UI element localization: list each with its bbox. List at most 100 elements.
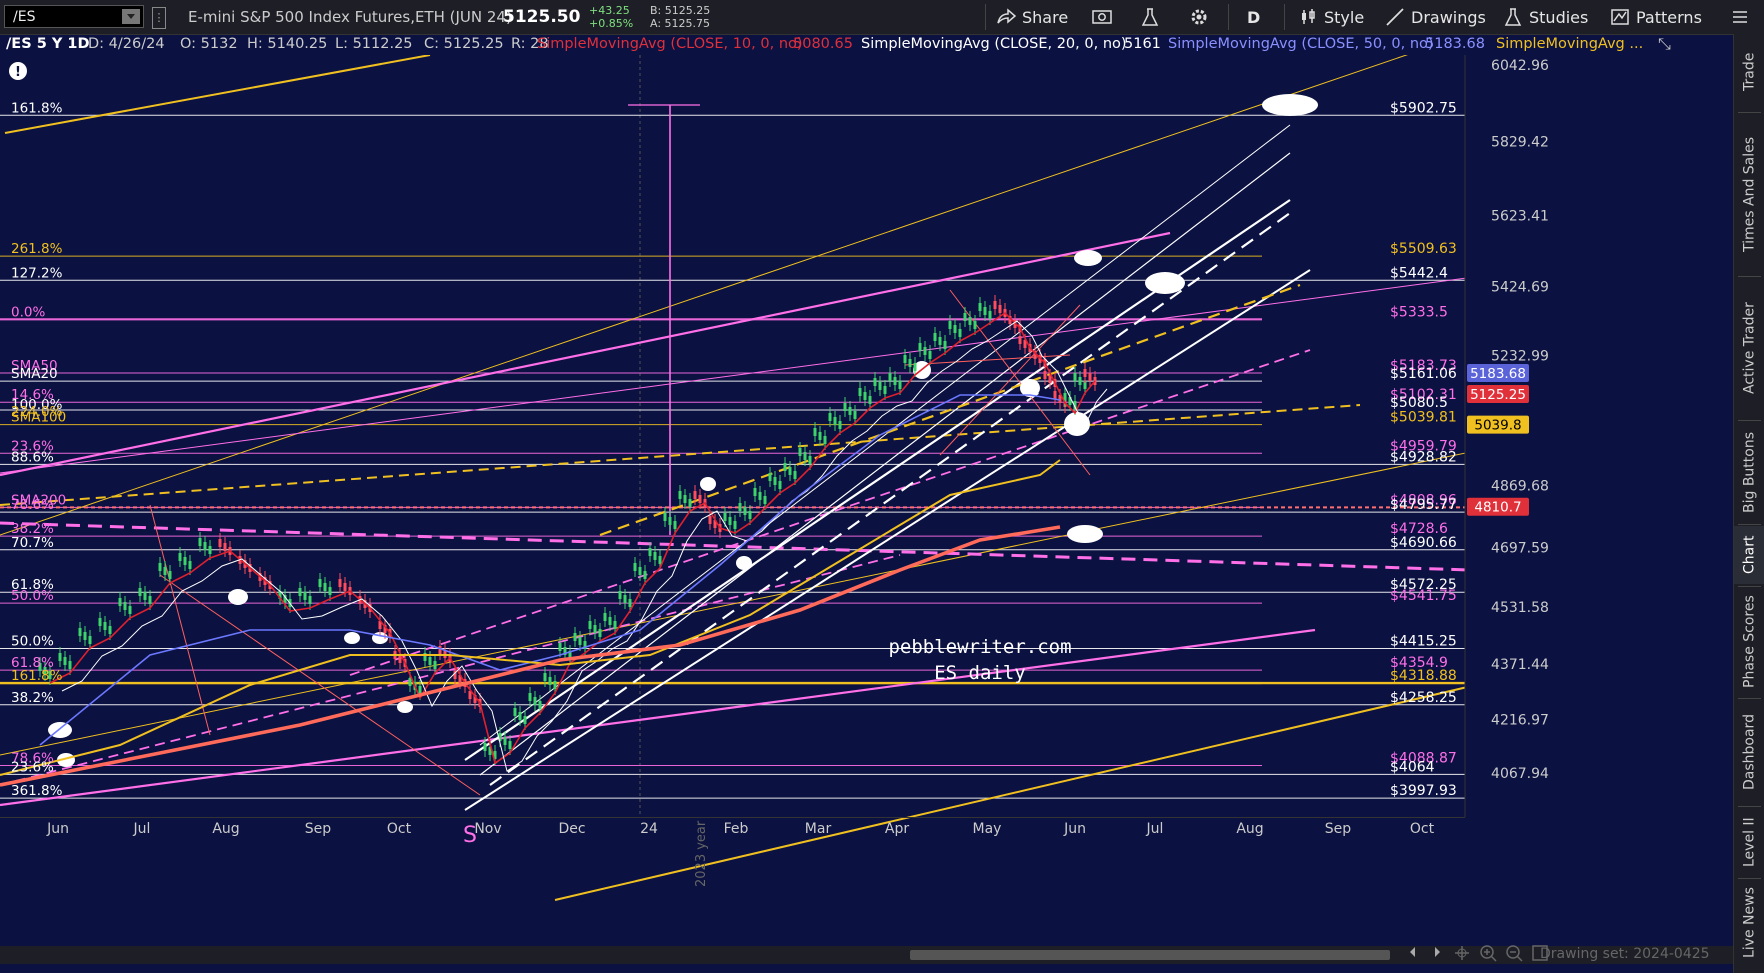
legend-sma20[interactable]: SimpleMovingAvg (CLOSE, 20, 0, no) [861, 36, 1127, 52]
style-button[interactable]: Style [1298, 6, 1364, 28]
candle-body [828, 413, 832, 421]
side-tab-chart[interactable]: Chart [1734, 526, 1764, 584]
candle-body [328, 587, 332, 595]
fib-label-left: SMA100 [11, 410, 66, 426]
zoom-in-icon[interactable] [1479, 944, 1497, 962]
trend-line [479, 124, 1291, 746]
level-label-right: $4318.88 [1390, 668, 1457, 684]
candle-body [748, 511, 752, 519]
candle-body [428, 657, 432, 665]
side-tab-live-news[interactable]: Live News [1734, 880, 1764, 966]
fib-label-left: 161.8% [11, 100, 63, 116]
side-tab-times-and-sales[interactable]: Times And Sales [1734, 114, 1764, 274]
candle-body [653, 552, 657, 560]
share-label: Share [1022, 7, 1069, 27]
candle-body [863, 392, 867, 400]
instrument-description: E-mini S&P 500 Index Futures,ETH (JUN 24… [188, 8, 512, 26]
candle-body [683, 495, 687, 503]
settings-button[interactable] [1189, 6, 1209, 28]
level-label-right: $5161.06 [1390, 366, 1457, 382]
ellipse-marker [1074, 250, 1102, 266]
candle-body [928, 351, 932, 359]
candle-body [778, 481, 782, 489]
flask-button[interactable] [1140, 6, 1160, 28]
x-tick-label: Jun [46, 821, 69, 837]
legend-low: L: 5112.25 [335, 36, 413, 52]
chevron-right-icon[interactable] [1429, 944, 1445, 960]
y-tick-label: 4067.94 [1491, 766, 1549, 782]
x-tick-label: Apr [885, 821, 909, 837]
drawings-button[interactable]: Drawings [1385, 6, 1486, 28]
candle-body [843, 403, 847, 411]
candle-body [98, 618, 102, 626]
collapse-icon[interactable]: ⤡ [1658, 34, 1671, 54]
candle-body [678, 491, 682, 499]
candle-body [803, 452, 807, 460]
bid-ask: B: 5125.25 A: 5125.75 [650, 4, 710, 30]
pan-icon[interactable] [1453, 944, 1471, 962]
candle-body [638, 567, 642, 575]
candle-body [578, 637, 582, 645]
share-button[interactable]: Share [996, 6, 1068, 28]
studies-button[interactable]: Studies [1503, 6, 1588, 28]
candle-body [543, 673, 547, 681]
candle-body [523, 716, 527, 724]
menu-button[interactable] [1730, 6, 1750, 28]
candle-body [743, 507, 747, 515]
candle-body [203, 542, 207, 550]
ellipse-marker [1067, 525, 1103, 543]
chevron-down-icon[interactable] [122, 9, 140, 24]
side-tab-trade[interactable]: Trade [1734, 34, 1764, 110]
candle-body [993, 301, 997, 309]
screenshot-button[interactable] [1091, 6, 1113, 28]
side-tab-active-trader[interactable]: Active Trader [1734, 278, 1764, 418]
candle-body [538, 701, 542, 709]
candle-body [1083, 369, 1087, 377]
legend-sma50[interactable]: SimpleMovingAvg (CLOSE, 50, 0, no) [1168, 36, 1434, 52]
candle-body [143, 592, 147, 600]
patterns-button[interactable]: Patterns [1610, 6, 1702, 28]
candle-body [148, 596, 152, 604]
legend-sma50-value: 5183.68 [1425, 36, 1485, 52]
fib-label-left: 88.6% [11, 449, 54, 465]
candle-body [323, 583, 327, 591]
candle-body [128, 606, 132, 614]
candle-body [83, 632, 87, 640]
price-chart[interactable]: $5902.75$5509.63$5442.4$5333.5$5183.73$5… [0, 55, 1733, 945]
x-tick-label: Mar [805, 821, 832, 837]
side-tab-level-ii[interactable]: Level II [1734, 808, 1764, 876]
candle-body [558, 643, 562, 651]
candle-body [318, 579, 322, 587]
x-tick-label: Nov [474, 821, 501, 837]
timeframe-button[interactable]: D [1247, 6, 1260, 28]
chevron-left-icon[interactable] [1405, 944, 1421, 960]
candle-body [898, 381, 902, 389]
side-tab-phase-scores[interactable]: Phase Scores [1734, 588, 1764, 696]
side-tab-big-buttons[interactable]: Big Buttons [1734, 422, 1764, 522]
candle-body [783, 463, 787, 471]
ellipse-marker [228, 589, 248, 605]
watermark-site: pebblewriter.com [888, 636, 1071, 658]
toolbar-divider [1284, 4, 1285, 30]
candle-body [163, 567, 167, 575]
legend-sma100[interactable]: SimpleMovingAvg ... [1496, 36, 1643, 52]
link-icon[interactable]: ⋮ [152, 7, 166, 29]
candle-body [698, 495, 702, 503]
symbol-input[interactable]: /ES [13, 9, 35, 25]
side-tab-dashboard[interactable]: Dashboard [1734, 700, 1764, 804]
candle-body [963, 313, 967, 321]
fib-label-left: 70.7% [11, 535, 54, 551]
x-tick-label: May [973, 821, 1002, 837]
scrollbar-thumb[interactable] [910, 950, 1390, 960]
candle-body [888, 373, 892, 381]
legend-sma10[interactable]: SimpleMovingAvg (CLOSE, 10, 0, no) [537, 36, 803, 52]
symbol-selector[interactable]: /ES [4, 5, 144, 28]
level-label-right: $5333.5 [1390, 304, 1448, 320]
zoom-out-icon[interactable] [1505, 944, 1523, 962]
fib-label-left: 50.0% [11, 588, 54, 604]
candle-body [953, 325, 957, 333]
side-divider [1738, 586, 1761, 587]
candle-body [878, 382, 882, 390]
candle-body [168, 571, 172, 579]
candle-body [588, 621, 592, 629]
